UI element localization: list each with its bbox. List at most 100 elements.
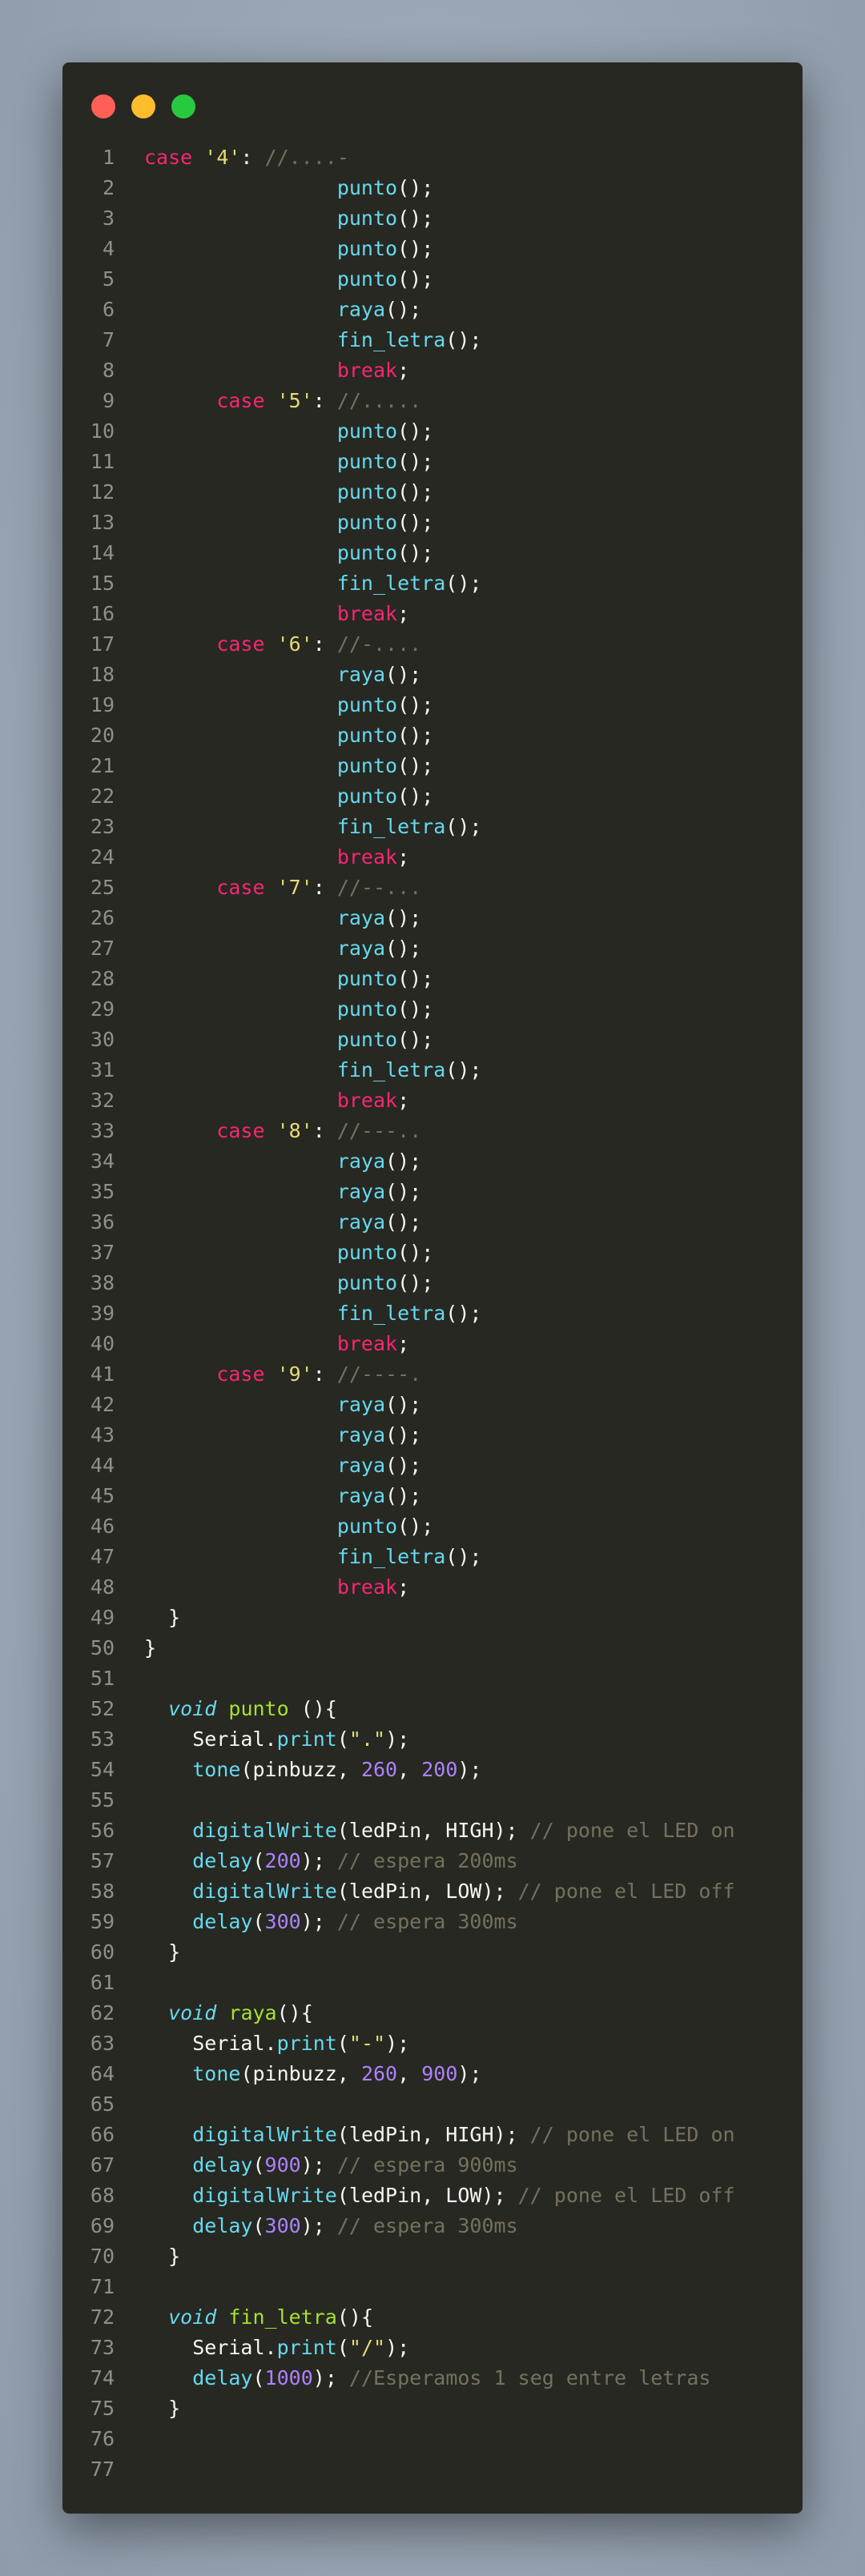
code-token: } xyxy=(144,2397,181,2420)
line-source: punto(); xyxy=(144,964,433,994)
code-token: ); xyxy=(457,1758,482,1781)
line-source: } xyxy=(144,2393,180,2424)
line-source: delay(1000); //Esperamos 1 seg entre let… xyxy=(144,2363,710,2393)
code-token: 300 xyxy=(264,2214,301,2237)
code-line: 38 punto(); xyxy=(62,1268,803,1298)
line-number: 12 xyxy=(90,480,115,504)
code-line: 10 punto(); xyxy=(62,416,803,447)
line-number: 34 xyxy=(90,1150,115,1173)
code-line: 15 fin_letra(); xyxy=(62,568,803,599)
minimize-button[interactable] xyxy=(131,94,155,118)
line-number: 47 xyxy=(90,1545,115,1568)
code-token: delay xyxy=(192,2366,253,2389)
code-token: 200 xyxy=(264,1849,301,1872)
line-number: 65 xyxy=(90,2092,115,2116)
line-number: 19 xyxy=(90,693,115,716)
line-number: 69 xyxy=(90,2214,115,2237)
code-token: Serial. xyxy=(144,2336,277,2359)
code-token: punto xyxy=(336,967,398,990)
line-number: 44 xyxy=(90,1454,115,1477)
line-source: fin_letra(); xyxy=(144,325,482,355)
code-line: 63 Serial.print("-"); xyxy=(62,2028,803,2059)
line-source: } xyxy=(144,2241,180,2272)
line-source: break; xyxy=(144,842,409,873)
code-token: fin_letra xyxy=(336,1545,446,1568)
code-token: (){ xyxy=(288,1697,337,1720)
line-source: } xyxy=(144,1937,180,1968)
code-token: (); xyxy=(445,572,482,595)
line-source: break; xyxy=(144,1085,409,1116)
line-source: punto(); xyxy=(144,264,433,295)
code-line: 35 raya(); xyxy=(62,1177,803,1207)
line-number: 39 xyxy=(90,1302,115,1325)
code-token: case xyxy=(216,632,277,656)
line-number: 27 xyxy=(90,937,115,960)
code-token: //----. xyxy=(336,1362,422,1386)
code-token: (); xyxy=(397,267,434,291)
line-source: break; xyxy=(144,599,409,629)
line-number: 75 xyxy=(90,2397,115,2420)
code-token: //....- xyxy=(264,146,349,169)
code-token: ); xyxy=(300,1849,337,1872)
code-token: //Esperamos 1 seg entre letras xyxy=(348,2366,711,2389)
code-token: } xyxy=(144,1940,181,1964)
code-token: "-" xyxy=(348,2032,386,2055)
code-token: (); xyxy=(397,541,434,564)
line-number: 45 xyxy=(90,1484,115,1507)
code-line: 2 punto(); xyxy=(62,173,803,203)
code-token: (); xyxy=(385,663,422,686)
line-source: delay(200); // espera 200ms xyxy=(144,1846,517,1876)
code-token: //--... xyxy=(336,876,422,899)
code-token: fin_letra xyxy=(336,328,446,351)
line-number: 30 xyxy=(90,1028,115,1051)
line-number: 13 xyxy=(90,511,115,534)
code-token: 900 xyxy=(421,2062,458,2085)
code-token: (); xyxy=(397,1241,434,1264)
code-token: (); xyxy=(397,754,434,777)
line-source: tone(pinbuzz, 260, 900); xyxy=(144,2059,481,2089)
code-token: "/" xyxy=(348,2336,386,2359)
code-token: (ledPin, LOW); xyxy=(336,2184,518,2207)
code-token: // pone el LED off xyxy=(517,2184,735,2207)
code-line: 72 void fin_letra(){ xyxy=(62,2302,803,2333)
code-token: (); xyxy=(445,815,482,838)
line-number: 17 xyxy=(90,632,115,656)
code-token: raya xyxy=(336,1393,386,1416)
code-line: 9 case '5': //..... xyxy=(62,386,803,416)
code-line: 29 punto(); xyxy=(62,994,803,1025)
line-source: punto(); xyxy=(144,447,433,477)
code-token: punto xyxy=(336,784,398,808)
code-token: raya xyxy=(336,1423,386,1446)
code-token: (); xyxy=(385,1454,422,1477)
code-token: (ledPin, HIGH); xyxy=(336,1819,530,1842)
code-line: 75 } xyxy=(62,2393,803,2424)
code-line: 28 punto(); xyxy=(62,964,803,994)
maximize-button[interactable] xyxy=(171,94,195,118)
code-token: ( xyxy=(252,1849,265,1872)
code-line: 18 raya(); xyxy=(62,660,803,690)
code-token: raya xyxy=(336,298,386,321)
close-button[interactable] xyxy=(91,94,115,118)
code-token: punto xyxy=(336,480,398,504)
line-source: } xyxy=(144,1633,156,1663)
line-number: 22 xyxy=(90,784,115,808)
code-editor[interactable]: 1 case '4': //....- 2 punto(); 3 punto(); 4 … xyxy=(62,142,803,2485)
code-token: raya xyxy=(336,937,386,960)
line-source: punto(); xyxy=(144,1268,433,1298)
line-number: 24 xyxy=(90,845,115,869)
line-source: digitalWrite(ledPin, LOW); // pone el LE… xyxy=(144,2181,735,2211)
code-token: (); xyxy=(397,237,434,260)
